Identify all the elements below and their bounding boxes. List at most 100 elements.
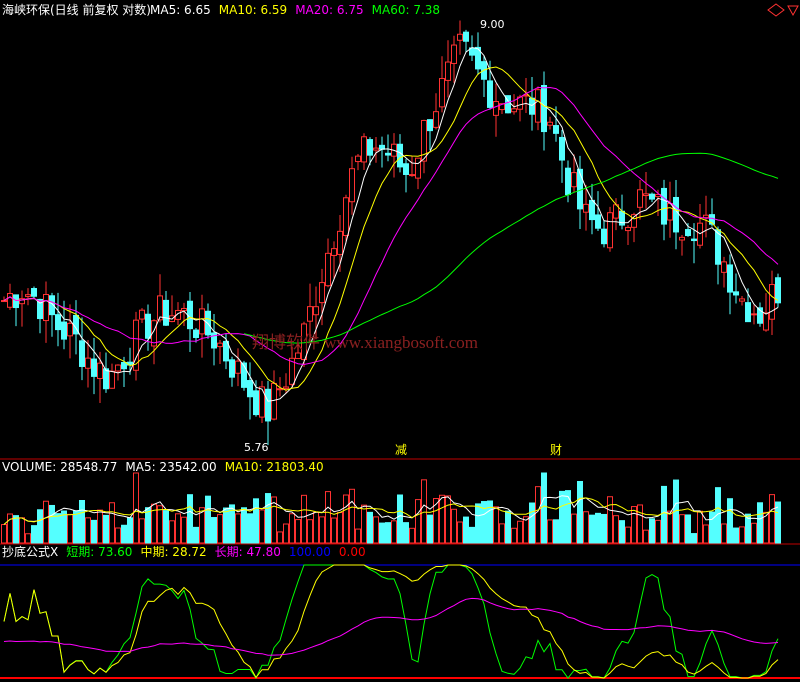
candle[interactable] (79, 340, 85, 367)
candle[interactable] (61, 321, 67, 340)
candle[interactable] (511, 108, 517, 113)
candle[interactable] (283, 386, 289, 389)
candle[interactable] (487, 80, 493, 108)
stock-chart[interactable]: 海峡环保(日线 前复权 对数) MA5: 6.65 MA10: 6.59 MA20:… (0, 0, 800, 682)
candle[interactable] (751, 313, 757, 316)
indicator-panel[interactable] (0, 564, 800, 679)
candle[interactable] (637, 189, 643, 208)
candle[interactable] (85, 357, 91, 369)
candle[interactable] (445, 61, 451, 81)
candle[interactable] (745, 302, 751, 323)
candle[interactable] (661, 187, 667, 225)
candle[interactable] (295, 352, 301, 360)
candle[interactable] (13, 294, 19, 309)
candle[interactable] (109, 370, 115, 389)
candle[interactable] (97, 362, 103, 380)
candle[interactable] (739, 298, 745, 302)
candle[interactable] (433, 111, 439, 128)
candle[interactable] (769, 284, 775, 320)
candle[interactable] (463, 31, 469, 42)
candle[interactable] (385, 152, 391, 156)
candle[interactable] (247, 380, 253, 398)
candle[interactable] (103, 368, 109, 390)
candle[interactable] (673, 196, 679, 233)
candle[interactable] (565, 167, 571, 196)
candle[interactable] (685, 229, 691, 237)
candle[interactable] (649, 193, 655, 200)
candle[interactable] (7, 292, 13, 308)
candle[interactable] (643, 193, 649, 197)
candle[interactable] (721, 261, 727, 273)
candle[interactable] (493, 101, 499, 116)
candle[interactable] (373, 147, 379, 151)
candle[interactable] (415, 157, 421, 179)
candle[interactable] (181, 307, 187, 312)
candle[interactable] (307, 306, 313, 322)
candle[interactable] (337, 230, 343, 255)
candle[interactable] (253, 390, 259, 416)
candle[interactable] (763, 312, 769, 331)
candle[interactable] (559, 136, 565, 161)
candle[interactable] (271, 382, 277, 420)
candle[interactable] (367, 139, 373, 156)
candle[interactable] (529, 97, 535, 115)
candle[interactable] (679, 236, 685, 241)
volume-panel[interactable] (1, 472, 781, 544)
candle[interactable] (397, 143, 403, 168)
candle[interactable] (325, 252, 331, 287)
candle[interactable] (235, 360, 241, 374)
candle[interactable] (157, 295, 163, 321)
candle[interactable] (517, 96, 523, 110)
candle[interactable] (187, 300, 193, 330)
candle[interactable] (139, 309, 145, 320)
candle[interactable] (727, 264, 733, 293)
candle[interactable] (121, 362, 127, 370)
price-panel[interactable] (1, 20, 781, 446)
candle[interactable] (451, 44, 457, 64)
candle[interactable] (343, 197, 349, 236)
triangle-down-icon[interactable] (787, 5, 799, 17)
candle[interactable] (265, 388, 271, 422)
diamond-icon[interactable] (767, 3, 785, 17)
candle[interactable] (583, 203, 589, 213)
candle[interactable] (319, 282, 325, 304)
candle[interactable] (55, 314, 61, 331)
candle[interactable] (427, 119, 433, 132)
candle[interactable] (163, 299, 169, 326)
candle[interactable] (331, 248, 337, 256)
candle[interactable] (31, 288, 37, 297)
candle[interactable] (25, 294, 31, 297)
candle[interactable] (43, 293, 49, 322)
candle[interactable] (403, 163, 409, 175)
candle[interactable] (355, 155, 361, 163)
candle[interactable] (457, 33, 463, 41)
candle[interactable] (409, 174, 415, 177)
candle[interactable] (541, 85, 547, 133)
candle[interactable] (115, 364, 121, 372)
candle[interactable] (361, 136, 367, 163)
candle[interactable] (553, 125, 559, 134)
candle[interactable] (547, 121, 553, 126)
candle[interactable] (733, 291, 739, 296)
candle[interactable] (535, 89, 541, 123)
candle[interactable] (667, 203, 673, 221)
candle[interactable] (229, 359, 235, 378)
candle[interactable] (625, 226, 631, 232)
candle[interactable] (67, 322, 73, 337)
candle[interactable] (691, 238, 697, 242)
candle[interactable] (439, 78, 445, 108)
candle[interactable] (145, 313, 151, 339)
candle[interactable] (703, 214, 709, 219)
candle[interactable] (91, 358, 97, 377)
candle[interactable] (193, 329, 199, 338)
candle[interactable] (571, 172, 577, 188)
candle[interactable] (589, 199, 595, 221)
candle[interactable] (259, 386, 265, 418)
candle[interactable] (313, 306, 319, 316)
candle[interactable] (1, 300, 7, 303)
candle[interactable] (349, 168, 355, 203)
candle[interactable] (199, 308, 205, 335)
candle[interactable] (223, 340, 229, 362)
candle[interactable] (217, 342, 223, 348)
candle[interactable] (601, 228, 607, 245)
